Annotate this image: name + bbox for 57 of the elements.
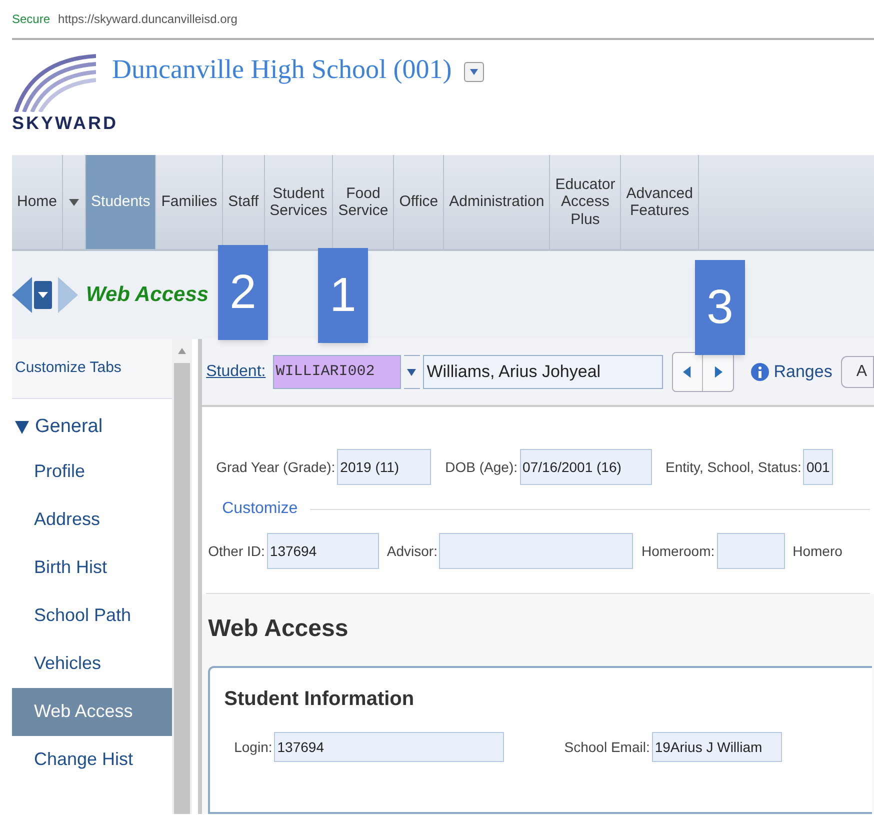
nav-tab[interactable]: Administration (444, 155, 550, 249)
customize-link[interactable]: Customize (222, 497, 298, 521)
field-label: Advisor: (386, 542, 438, 560)
input-field[interactable] (439, 533, 634, 569)
field-label: Login: (234, 738, 272, 757)
caret-down-icon (69, 198, 80, 206)
sidebar-item[interactable]: School Path (12, 592, 172, 640)
field-label: Other ID: (208, 542, 265, 560)
dropdown-caret-icon[interactable] (404, 355, 420, 389)
student-name-field[interactable]: Williams, Arius Johyeal (422, 355, 663, 389)
caret-down-icon (470, 69, 478, 75)
nav-tab[interactable]: Home (12, 155, 64, 249)
field-label: Homero (792, 542, 842, 560)
expanded-triangle-icon (15, 420, 29, 434)
nav-tab[interactable]: Educator Access Plus (550, 155, 622, 249)
ranges-link[interactable]: Ranges (774, 359, 832, 385)
cut-button[interactable]: A (841, 356, 874, 388)
annotation-badge: 1 (318, 248, 368, 343)
field-label: Homeroom: (641, 542, 715, 560)
annotation-badge: 3 (695, 260, 745, 355)
field-value: 07/16/2001 (16) (520, 449, 652, 485)
section-title: Web Access (207, 614, 350, 644)
input-field[interactable] (716, 533, 785, 569)
page-history-arrows-icon[interactable] (12, 275, 78, 315)
field-label: Entity, School, Status: (666, 458, 802, 477)
sidebar-item[interactable]: Address (12, 496, 172, 544)
nav-tab[interactable]: Advanced Features (621, 155, 699, 249)
page-title: Web Access (86, 282, 209, 308)
sidebar-item[interactable]: Birth Hist (12, 544, 172, 592)
field-label: Grad Year (Grade): (216, 458, 336, 477)
input-field[interactable]: 19Arius J William (652, 732, 782, 762)
school-title: Duncanville High School (001) (112, 56, 452, 83)
customize-tabs-link[interactable]: Customize Tabs (12, 339, 172, 399)
logo-text: SKYWARD (12, 114, 118, 132)
field-value: 001 (803, 449, 834, 485)
field-label: School Email: (564, 738, 650, 756)
student-link[interactable]: Student: (206, 360, 266, 384)
sidebar-item[interactable]: Change Hist (12, 736, 172, 784)
info-icon[interactable] (750, 363, 769, 381)
field-label: DOB (Age): (445, 458, 518, 477)
secure-label: Secure (12, 11, 50, 28)
url-text[interactable]: https://skyward.duncanvilleisd.org (58, 10, 238, 28)
sidebar-item[interactable]: Profile (12, 448, 172, 496)
group-toggle[interactable]: General (12, 413, 172, 442)
annotation-badge: 2 (218, 245, 268, 340)
student-nav-buttons[interactable] (672, 352, 734, 392)
panel-title: Student Information (224, 687, 416, 712)
field-value: 2019 (11) (337, 449, 432, 485)
input-field[interactable]: 137694 (274, 732, 504, 762)
input-field[interactable]: 137694 (266, 533, 379, 569)
student-id-field[interactable]: WILLIARI002 (272, 355, 401, 389)
school-dropdown-button[interactable] (464, 62, 484, 82)
scrollbar-thumb[interactable] (174, 363, 190, 814)
sidebar-item[interactable]: Web Access (12, 688, 172, 736)
logo-arcs-icon (12, 52, 96, 112)
nav-tab[interactable]: Office (394, 155, 444, 249)
sidebar-item[interactable]: Vehicles (12, 640, 172, 688)
